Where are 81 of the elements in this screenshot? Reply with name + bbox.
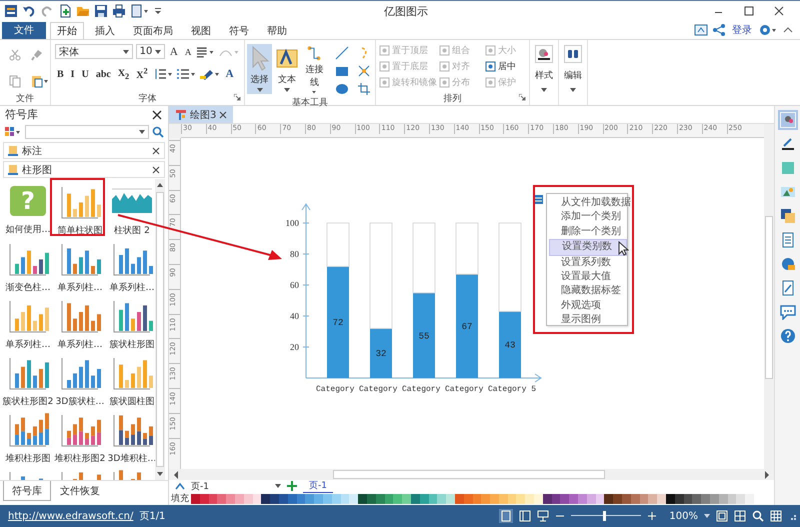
panel-tab[interactable]: 符号库	[3, 481, 51, 501]
text-style-button[interactable]: B	[55, 68, 66, 80]
library-item[interactable]: 单系列柱…	[55, 297, 105, 354]
font-name-field[interactable]: 宋体	[55, 44, 133, 59]
text-style-button[interactable]: abc	[94, 68, 113, 80]
menu-item[interactable]: 设置系列数	[549, 256, 627, 270]
grow-font-button[interactable]: A	[168, 46, 180, 58]
library-item[interactable]: 柱状图 2	[107, 183, 155, 240]
ribbon-tab[interactable]: 符号	[222, 22, 256, 38]
category-label: Category 5	[488, 385, 536, 394]
menu-item[interactable]: 显示图例	[549, 313, 627, 328]
ribbon-tab[interactable]: 插入	[88, 22, 122, 38]
category-label: Category	[359, 385, 398, 394]
menu-item[interactable]: 设置最大值	[549, 270, 627, 284]
data-label: 67	[462, 322, 472, 332]
font-color-button[interactable]: A	[224, 68, 236, 80]
zoom-level: 100%	[669, 510, 698, 522]
library-item[interactable]: 簇状柱形图2	[3, 354, 53, 411]
font-size-field[interactable]: 10	[136, 44, 165, 59]
ribbon-tab[interactable]: 帮助	[260, 22, 294, 38]
page-tab[interactable]: 页-1	[303, 479, 333, 493]
text-style-button[interactable]: U	[80, 68, 91, 80]
edit-button[interactable]: 编辑	[559, 40, 587, 92]
ribbon-tab[interactable]: 页面布局	[126, 22, 180, 38]
fill-label: 填充	[171, 492, 189, 505]
library-section[interactable]: 柱形图	[3, 161, 165, 178]
style-button[interactable]: 样式	[530, 40, 558, 92]
axis-tick-label: 60	[290, 280, 299, 290]
group-label: 字体	[138, 92, 158, 105]
group-label: 排列	[442, 92, 462, 105]
connector-tool[interactable]: 连接线	[302, 44, 327, 94]
ribbon-tab[interactable]: 视图	[184, 22, 218, 38]
arrange-button[interactable]: 居中	[485, 59, 527, 74]
menu-item[interactable]: 隐藏数据标签	[549, 284, 627, 299]
data-label: 32	[376, 349, 386, 360]
text-style-button[interactable]: X$^{2}$	[134, 67, 150, 82]
library-section[interactable]: 标注	[3, 142, 165, 159]
library-item[interactable]: 简单柱状图	[55, 183, 105, 240]
menu-item[interactable]: 设置类别数	[549, 239, 627, 256]
axis-tick-label: 100	[286, 218, 299, 228]
library-item[interactable]: 单系列柱…	[55, 240, 105, 297]
library-item[interactable]: 堆积柱形图2	[55, 411, 105, 468]
library-item[interactable]: 渐变色柱…	[3, 240, 53, 297]
data-label: 43	[504, 340, 516, 351]
window-title: 亿图图示	[383, 4, 429, 18]
ribbon-tab[interactable]: 开始	[50, 22, 84, 38]
document-tab[interactable]: 绘图3	[169, 106, 234, 123]
group-label: 基本工具	[291, 96, 329, 109]
group-label: 文件	[15, 92, 35, 105]
library-item[interactable]: 3D簇状柱…	[55, 354, 105, 411]
menu-item[interactable]: 外观选项	[549, 298, 627, 314]
text-tool[interactable]: 文本	[274, 44, 300, 94]
data-label: 72	[332, 318, 344, 328]
axis-tick-label: 40	[290, 311, 299, 321]
library-item[interactable]: 堆积柱形图	[3, 411, 53, 468]
shrink-font-button[interactable]: A	[182, 46, 194, 56]
library-item[interactable]: 单系列柱…	[3, 297, 53, 354]
page-count: 页1/1	[139, 510, 166, 523]
text-style-button[interactable]: I	[68, 68, 77, 80]
menu-item[interactable]: 添加一个类别	[549, 210, 627, 225]
library-item[interactable]: ? 如何使用…	[3, 183, 53, 240]
library-item[interactable]: 3D堆积柱…	[107, 411, 155, 468]
axis-tick-label: 20	[290, 342, 299, 352]
panel-tab[interactable]: 文件恢复	[51, 481, 109, 501]
library-item[interactable]: 单系列柱…	[107, 240, 155, 297]
category-label: Category	[402, 385, 440, 394]
menu-item[interactable]: 删除一个类别	[549, 224, 627, 240]
file-tab[interactable]: 文件	[2, 22, 46, 38]
text-style-button[interactable]: X$_{2}$	[116, 68, 132, 81]
website-link[interactable]: http://www.edrawsoft.cn/	[8, 510, 134, 522]
panel-title: 符号库	[5, 107, 38, 122]
library-item[interactable]: 簇状圆柱图	[107, 354, 155, 411]
login-link[interactable]: 登录	[730, 23, 754, 37]
category-label: Category	[316, 385, 354, 394]
library-item[interactable]: 簇状柱形图	[107, 297, 155, 354]
help-bubble-icon: ?	[10, 186, 46, 216]
data-label: 55	[418, 331, 430, 342]
axis-tick-label: 80	[290, 249, 299, 259]
category-label: Category	[445, 385, 484, 394]
page-dropdown[interactable]: 页-1	[191, 480, 281, 492]
select-tool[interactable]: 选择	[247, 44, 272, 94]
